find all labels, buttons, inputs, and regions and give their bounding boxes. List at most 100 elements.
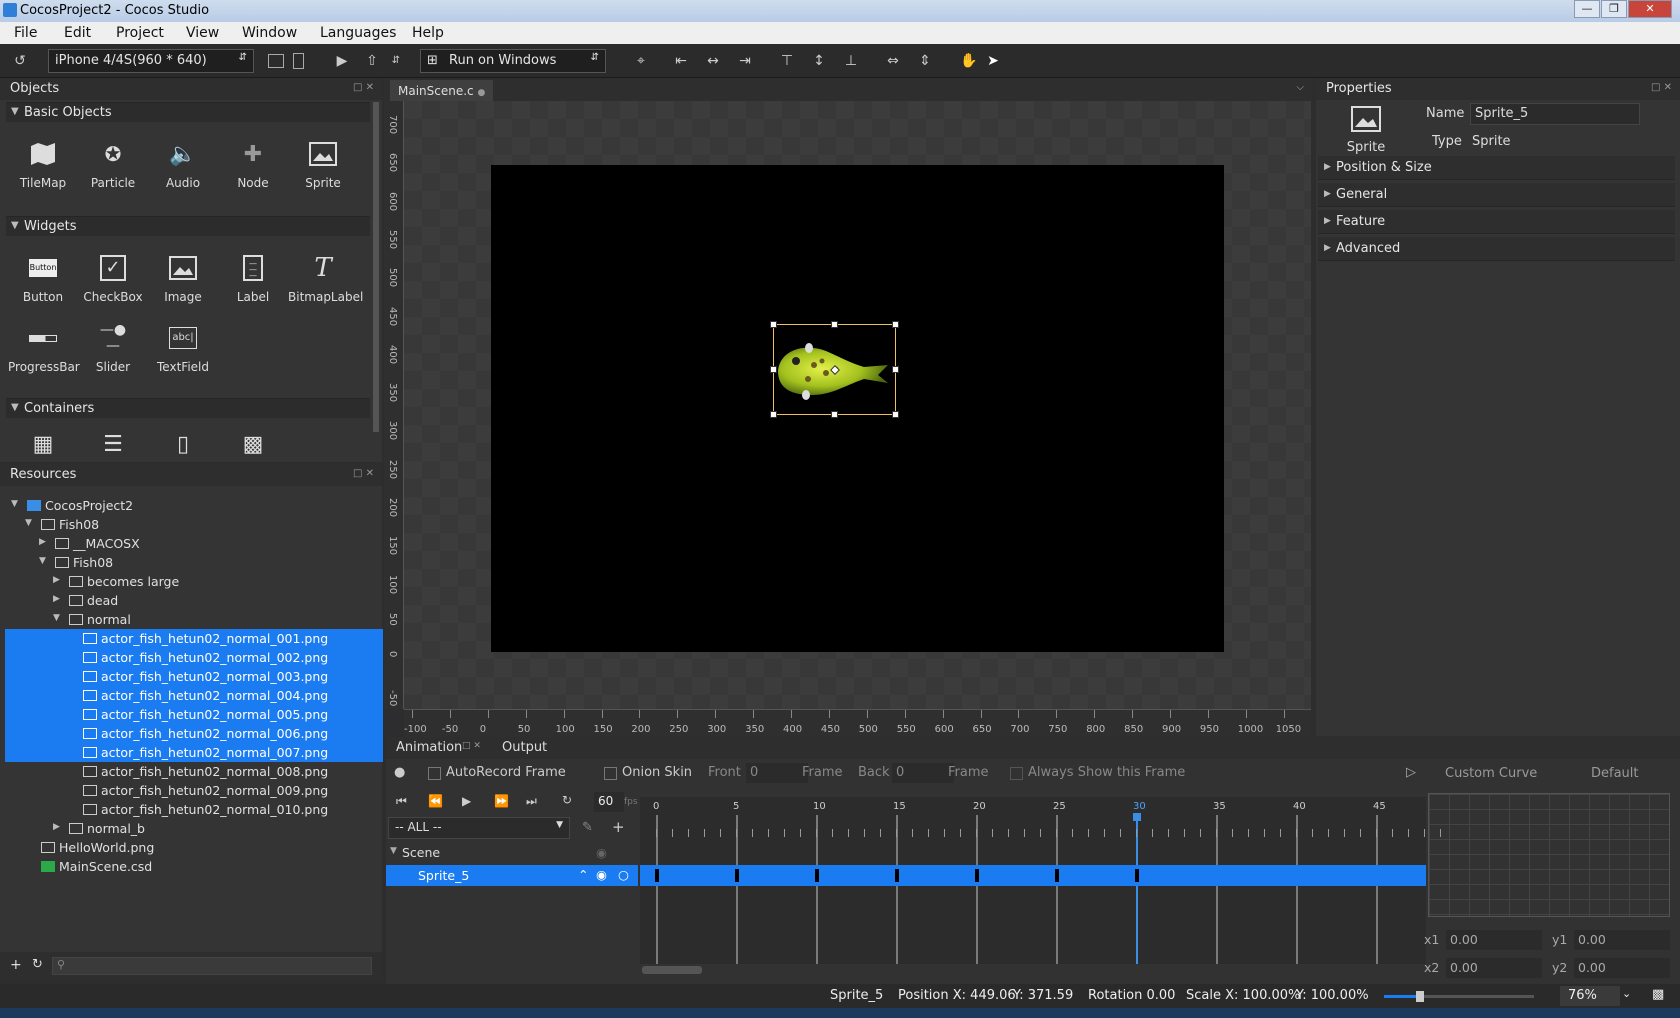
- resize-handle-t[interactable]: [831, 321, 838, 328]
- menu-window[interactable]: Window: [242, 25, 297, 41]
- resize-handle-br[interactable]: [892, 411, 899, 418]
- loop-icon[interactable]: ↻: [562, 793, 572, 807]
- tree-folder[interactable]: ▼ CocosProject2: [5, 496, 383, 515]
- tree-file[interactable]: actor_fish_hetun02_normal_010.png: [5, 800, 383, 819]
- tree-folder[interactable]: ▶ normal_b: [5, 819, 383, 838]
- object-particle[interactable]: ✪ Particle: [78, 138, 148, 190]
- resize-handle-tr[interactable]: [892, 321, 899, 328]
- select-tool-icon[interactable]: ➤: [984, 52, 1002, 70]
- minimize-button[interactable]: —: [1574, 0, 1600, 18]
- menu-project[interactable]: Project: [116, 25, 164, 41]
- tree-folder[interactable]: ▼ Fish08: [5, 515, 383, 534]
- collapsed-icon[interactable]: ▶: [39, 537, 46, 547]
- keyframe[interactable]: [975, 869, 979, 882]
- add-icon[interactable]: +: [612, 818, 625, 836]
- align-bottom-icon[interactable]: ⊥: [842, 52, 860, 70]
- next-frame-icon[interactable]: ⏩: [494, 794, 509, 808]
- distribute-v-icon[interactable]: ⇕: [916, 52, 934, 70]
- tab-animation[interactable]: Animation: [396, 740, 462, 755]
- y2-input[interactable]: 0.00: [1574, 958, 1670, 978]
- portrait-icon[interactable]: [293, 53, 304, 69]
- collapsed-icon[interactable]: ▶: [53, 594, 60, 604]
- onion-skin-checkbox[interactable]: [604, 767, 617, 780]
- fish-sprite[interactable]: [774, 325, 895, 414]
- menu-help[interactable]: Help: [412, 25, 444, 41]
- resize-handle-b[interactable]: [831, 411, 838, 418]
- tab-mainscene[interactable]: MainScene.c ●: [390, 80, 494, 102]
- timeline-scrollbar[interactable]: [642, 966, 702, 974]
- curve-editor-grid[interactable]: [1428, 793, 1670, 917]
- container-layout[interactable]: ▦: [8, 428, 78, 466]
- record-icon[interactable]: ●: [394, 765, 405, 780]
- timeline[interactable]: 0 5 10 15 20 25 30 35 40 45: [640, 797, 1441, 964]
- expanded-icon[interactable]: ▼: [11, 499, 18, 509]
- autorecord-checkbox[interactable]: [428, 767, 441, 780]
- prev-frame-icon[interactable]: ⏪: [428, 794, 443, 808]
- tree-file[interactable]: actor_fish_hetun02_normal_004.png: [5, 686, 383, 705]
- tree-file[interactable]: actor_fish_hetun02_normal_006.png: [5, 724, 383, 743]
- playhead-marker[interactable]: [1133, 813, 1141, 821]
- rotate-device-icon[interactable]: ↺: [11, 52, 29, 70]
- resize-handle-l[interactable]: [770, 366, 777, 373]
- expanded-icon[interactable]: ▼: [25, 518, 32, 528]
- widget-bitmaplabel[interactable]: T BitmapLabel: [288, 252, 363, 304]
- zoom-slider[interactable]: [1384, 991, 1534, 1002]
- align-left-icon[interactable]: ⇤: [672, 52, 690, 70]
- device-select[interactable]: iPhone 4/4S(960 * 640) ⇵: [48, 49, 254, 73]
- publish-options-icon[interactable]: ⇵: [387, 52, 405, 70]
- keyframe[interactable]: [655, 869, 659, 882]
- resize-handle-tl[interactable]: [770, 321, 777, 328]
- align-hcenter-icon[interactable]: ↔: [704, 52, 722, 70]
- widget-checkbox[interactable]: ✓ CheckBox: [78, 252, 148, 304]
- toggle-curve-icon[interactable]: ▷: [1406, 765, 1416, 780]
- always-show-checkbox[interactable]: [1010, 767, 1023, 780]
- keyframe[interactable]: [1055, 869, 1059, 882]
- x1-input[interactable]: 0.00: [1446, 930, 1542, 950]
- tree-file[interactable]: actor_fish_hetun02_normal_007.png: [5, 743, 383, 762]
- play-icon[interactable]: ▶: [333, 52, 351, 70]
- fps-input[interactable]: 60: [594, 792, 624, 812]
- menu-view[interactable]: View: [186, 25, 219, 41]
- align-top-icon[interactable]: ⊤: [778, 52, 796, 70]
- align-center-icon[interactable]: ⌖: [632, 52, 650, 70]
- tree-file[interactable]: HelloWorld.png: [5, 838, 383, 857]
- section-containers[interactable]: ▼ Containers: [6, 398, 370, 418]
- add-icon[interactable]: +: [10, 957, 22, 973]
- close-button[interactable]: ✕: [1628, 0, 1672, 18]
- sprite-track-band[interactable]: [640, 865, 1426, 886]
- tree-file[interactable]: MainScene.csd: [5, 857, 383, 876]
- collapsed-icon[interactable]: ▶: [53, 822, 60, 832]
- collapsed-icon[interactable]: ▶: [53, 575, 60, 585]
- container-pageview[interactable]: ▯: [148, 428, 218, 466]
- distribute-h-icon[interactable]: ⇔: [884, 52, 902, 70]
- play-icon[interactable]: ▶: [462, 794, 471, 808]
- tree-folder[interactable]: ▶ becomes large: [5, 572, 383, 591]
- tree-file[interactable]: actor_fish_hetun02_normal_005.png: [5, 705, 383, 724]
- sprite-track-row[interactable]: Sprite_5 ⌃ ◉ ○: [386, 865, 638, 886]
- section-advanced[interactable]: ▶ Advanced: [1318, 237, 1675, 261]
- last-frame-icon[interactable]: ⏭: [526, 794, 537, 809]
- object-audio[interactable]: 🔈 Audio: [148, 138, 218, 191]
- object-sprite[interactable]: Sprite: [288, 138, 358, 190]
- resource-search-input[interactable]: ⚲: [52, 957, 372, 975]
- menu-file[interactable]: File: [14, 25, 37, 41]
- keyframe[interactable]: [1135, 869, 1139, 882]
- sprite-selection-box[interactable]: [770, 321, 899, 418]
- tree-file[interactable]: actor_fish_hetun02_normal_001.png: [5, 629, 383, 648]
- curve-preset[interactable]: Default: [1591, 766, 1639, 781]
- align-vcenter-icon[interactable]: ↕: [810, 52, 828, 70]
- publish-icon[interactable]: ⇧: [363, 52, 381, 70]
- front-input[interactable]: 0: [746, 763, 808, 783]
- widget-textfield[interactable]: abc| TextField: [148, 322, 218, 374]
- tree-folder[interactable]: ▼ Fish08: [5, 553, 383, 572]
- tree-folder[interactable]: ▶ dead: [5, 591, 383, 610]
- x2-input[interactable]: 0.00: [1446, 958, 1542, 978]
- hand-tool-icon[interactable]: ✋: [960, 52, 978, 70]
- keyframe[interactable]: [895, 869, 899, 882]
- widget-label[interactable]: — — — Label: [218, 252, 288, 304]
- container-listview[interactable]: ☰: [78, 428, 148, 466]
- chevron-down-icon[interactable]: ⌵: [1296, 82, 1304, 93]
- zoom-input[interactable]: 76%: [1560, 986, 1620, 1006]
- object-tilemap[interactable]: TileMap: [8, 138, 78, 190]
- section-basic-objects[interactable]: ▼ Basic Objects: [6, 102, 370, 122]
